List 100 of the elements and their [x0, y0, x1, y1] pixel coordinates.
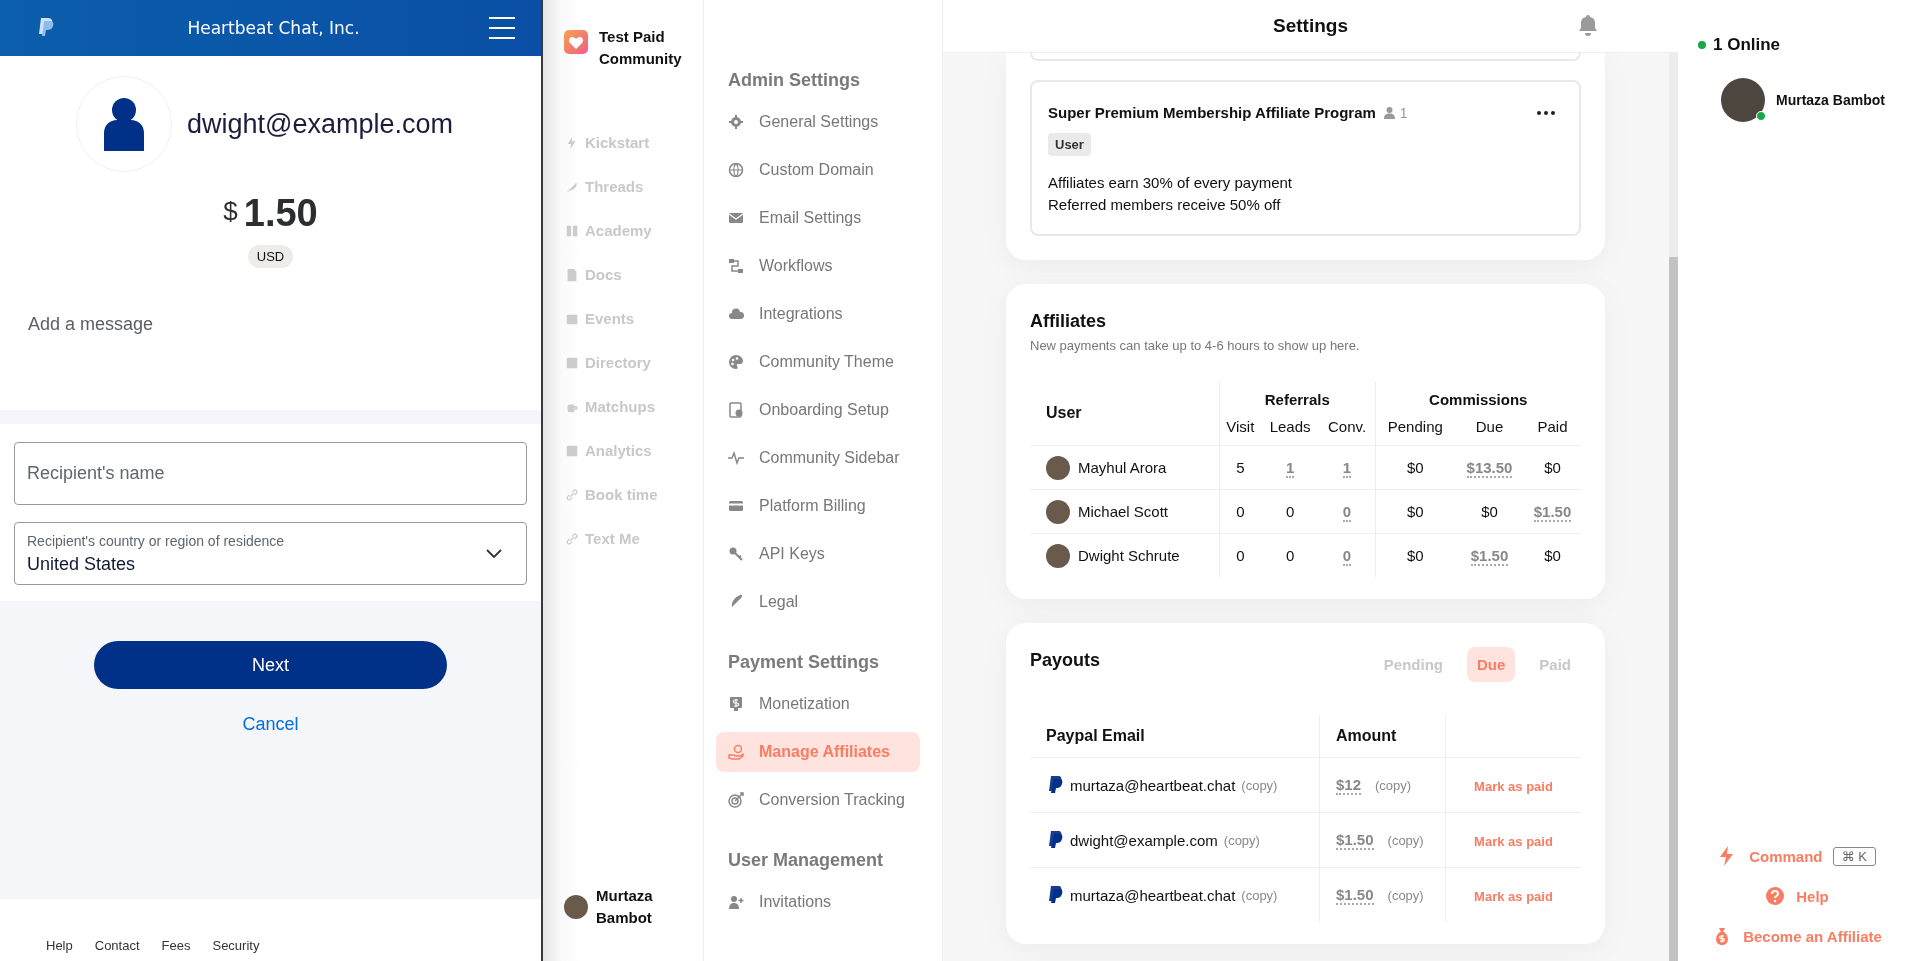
column-header: Leads [1260, 414, 1320, 446]
table-cell: 0 [1236, 547, 1245, 564]
more-icon[interactable] [1537, 110, 1555, 115]
copy-link[interactable]: (copy) [1223, 832, 1260, 848]
copy-link[interactable]: (copy) [1387, 832, 1424, 848]
person-icon [1383, 106, 1395, 119]
page-title: Settings [1273, 15, 1348, 37]
next-button[interactable]: Next [94, 641, 447, 689]
value-link[interactable]: 1 [1342, 459, 1352, 478]
menu-item[interactable]: Platform Billing [716, 486, 920, 526]
hand-coin-icon [728, 744, 744, 760]
menu-item[interactable]: Legal [716, 582, 920, 622]
become-affiliate-link[interactable]: Become an Affiliate [1712, 926, 1882, 946]
footer-link[interactable]: Fees [161, 938, 191, 953]
mark-as-paid-link[interactable]: Mark as paid [1474, 888, 1553, 904]
table-cell: $0 [1406, 547, 1424, 564]
menu-item[interactable]: General Settings [716, 102, 920, 142]
community-name: Test Paid Community [599, 27, 683, 69]
currency-symbol: $ [223, 196, 238, 227]
help-icon [1765, 886, 1786, 906]
program-title: Super Premium Membership Affiliate Program [1048, 104, 1376, 121]
column-header: Amount [1319, 715, 1446, 758]
user-name: Mayhul Arora [1078, 459, 1167, 476]
copy-link[interactable]: (copy) [1375, 777, 1412, 793]
scrollbar-thumb[interactable] [1669, 257, 1678, 961]
workflow-icon [728, 258, 744, 274]
target-icon [728, 792, 744, 808]
footer-link[interactable]: Security [212, 938, 260, 953]
dollar-sign-icon [728, 696, 744, 712]
nav-icon [565, 223, 579, 239]
amount: 1.50 [243, 192, 318, 235]
online-count: 1 Online [1713, 35, 1781, 55]
menu-item[interactable]: Community Theme [716, 342, 920, 382]
value-link[interactable]: 0 [1342, 547, 1352, 566]
avatar [1046, 499, 1070, 524]
menu-item[interactable]: Onboarding Setup [716, 390, 920, 430]
status-dot-icon [1698, 41, 1706, 49]
amount-value: $1.50 [1336, 830, 1374, 850]
user-name: Dwight Schrute [1078, 547, 1180, 564]
menu-item[interactable]: Monetization [716, 684, 920, 724]
person-icon [102, 97, 146, 151]
menu-item[interactable]: Invitations [716, 882, 920, 922]
scrollbar[interactable] [1669, 53, 1678, 961]
cancel-link[interactable]: Cancel [242, 714, 299, 735]
table-cell: 0 [1236, 503, 1245, 520]
help-link[interactable]: Help [1765, 886, 1829, 906]
column-header: Paypal Email [1030, 715, 1320, 758]
table-cell: 0 [1285, 503, 1295, 520]
bell-icon[interactable] [1578, 14, 1598, 36]
cloud-icon [728, 306, 744, 322]
menu-item[interactable]: Workflows [716, 246, 920, 286]
command-link[interactable]: Command [1718, 846, 1823, 866]
nav-icon [565, 531, 579, 547]
card-subtitle: New payments can take up to 4-6 hours to show up here. [1030, 338, 1361, 353]
copy-link[interactable]: (copy) [1241, 777, 1278, 793]
column-header: Paid [1524, 414, 1581, 446]
table-cell: 5 [1236, 459, 1245, 476]
tab[interactable]: Due [1466, 647, 1516, 682]
recipient-email: dwight@example.com [187, 108, 454, 140]
menu-item[interactable]: Email Settings [716, 198, 920, 238]
column-group-header: Commissions [1375, 381, 1581, 414]
footer-link[interactable]: Help [46, 938, 73, 953]
table-cell: 0 [1285, 547, 1295, 564]
menu-item[interactable]: Custom Domain [716, 150, 920, 190]
mark-as-paid-link[interactable]: Mark as paid [1474, 833, 1553, 849]
section-heading: User Management [727, 850, 885, 872]
menu-item[interactable]: Integrations [716, 294, 920, 334]
mark-as-paid-link[interactable]: Mark as paid [1474, 778, 1553, 794]
email-address: dwight@example.com [1070, 831, 1218, 849]
chevron-down-icon [486, 548, 502, 559]
online-dot [1756, 111, 1766, 121]
section-heading: Payment Settings [727, 652, 881, 674]
menu-item[interactable]: Manage Affiliates [716, 732, 920, 772]
column-header: User [1030, 381, 1220, 446]
country-dropdown[interactable]: Recipient's country or region of residence United States [14, 522, 527, 585]
column-header: Conv. [1319, 414, 1376, 446]
value-link[interactable]: $13.50 [1466, 459, 1513, 478]
value-link[interactable]: $1.50 [1470, 547, 1509, 566]
program-detail: Referred members receive 50% off [1048, 195, 1281, 215]
member-count: 1 [1399, 104, 1408, 121]
key-icon [728, 546, 744, 562]
value-link[interactable]: 1 [1285, 459, 1295, 478]
footer-link[interactable]: Contact [94, 938, 140, 953]
card-icon [728, 498, 744, 514]
menu-icon[interactable] [489, 16, 515, 40]
menu-item[interactable]: Conversion Tracking [716, 780, 920, 820]
value-link[interactable]: 0 [1342, 503, 1352, 522]
amount-value: $12 [1336, 775, 1362, 795]
copy-link[interactable]: (copy) [1387, 887, 1424, 903]
envelope-icon [728, 210, 744, 226]
name-field[interactable]: Recipient's name [14, 442, 527, 505]
program-detail: Affiliates earn 30% of every payment [1048, 173, 1293, 193]
value-link[interactable]: $1.50 [1533, 503, 1572, 522]
heart-logo-icon [564, 30, 588, 54]
copy-link[interactable]: (copy) [1241, 887, 1278, 903]
nav-icon [565, 443, 579, 459]
amount-value: $1.50 [1336, 885, 1374, 905]
menu-item[interactable]: API Keys [716, 534, 920, 574]
menu-item[interactable]: Community Sidebar [716, 438, 920, 478]
nav-icon [565, 267, 579, 283]
